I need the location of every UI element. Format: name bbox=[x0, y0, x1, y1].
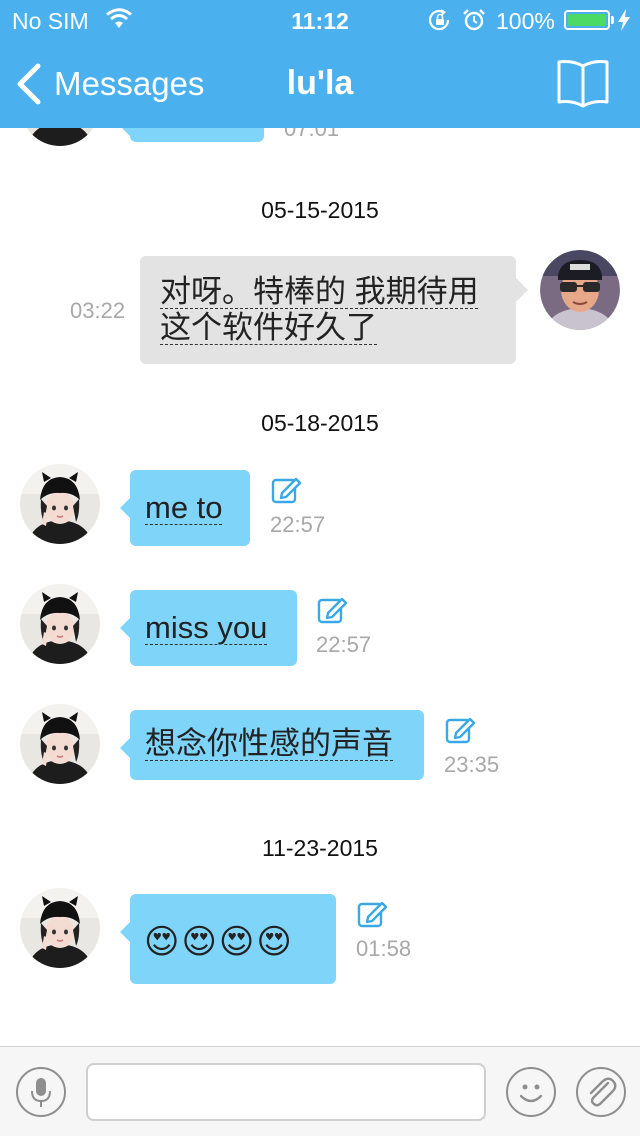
emoji-button[interactable] bbox=[506, 1067, 556, 1117]
message-time: 22:57 bbox=[316, 632, 372, 657]
message-input[interactable] bbox=[86, 1063, 486, 1121]
date-separator: 05-15-2015 bbox=[261, 197, 379, 223]
avatar[interactable] bbox=[20, 464, 100, 544]
message-text: 想念你性感的声音 bbox=[145, 726, 393, 761]
message-bubble[interactable] bbox=[120, 128, 264, 142]
message-text: 对呀。特棒的 我期待用这个软件好久了 bbox=[160, 274, 479, 345]
message-bubble[interactable]: miss you bbox=[120, 590, 297, 666]
message-text: miss you bbox=[145, 610, 268, 645]
date-separator: 11-23-2015 bbox=[262, 835, 378, 861]
avatar[interactable] bbox=[20, 128, 100, 146]
message-time: 07:01 bbox=[284, 128, 340, 141]
avatar[interactable] bbox=[540, 250, 620, 330]
message-text: me to bbox=[145, 490, 223, 525]
paperclip-icon bbox=[589, 1077, 617, 1107]
avatar[interactable] bbox=[20, 704, 100, 784]
voice-button[interactable] bbox=[16, 1067, 66, 1117]
message-bubble[interactable]: 想念你性感的声音 bbox=[120, 710, 424, 780]
battery-level-fill bbox=[568, 14, 606, 26]
message-time: 03:22 bbox=[70, 298, 126, 323]
avatar[interactable] bbox=[20, 584, 100, 664]
battery-percentage: 100% bbox=[496, 8, 555, 34]
status-bar: No SIM 11:12 100% bbox=[0, 0, 640, 40]
message-bubble[interactable]: 😍😍😍😍 bbox=[120, 894, 336, 984]
edit-icon[interactable] bbox=[356, 897, 388, 929]
avatar[interactable] bbox=[20, 888, 100, 968]
edit-icon[interactable] bbox=[316, 593, 348, 625]
edit-icon[interactable] bbox=[444, 713, 476, 745]
lock-rotation-icon bbox=[428, 9, 450, 31]
message-bubble[interactable]: 对呀。特棒的 我期待用这个软件好久了 bbox=[140, 256, 528, 364]
message-time: 23:35 bbox=[444, 752, 500, 777]
alarm-icon bbox=[463, 9, 485, 31]
navigation-header: No SIM 11:12 100% Messages lu'la bbox=[0, 0, 640, 128]
page-title: lu'la bbox=[286, 64, 354, 102]
microphone-icon bbox=[31, 1078, 51, 1107]
charging-bolt-icon bbox=[618, 9, 630, 31]
message-time: 22:57 bbox=[270, 512, 326, 537]
battery-icon bbox=[564, 10, 610, 30]
message-list[interactable]: 07:01 05-15-2015 03:22 对呀。特棒的 我期待用这个软件好久… bbox=[0, 128, 640, 1046]
book-icon[interactable] bbox=[556, 58, 610, 108]
date-separator: 05-18-2015 bbox=[261, 410, 379, 436]
message-time: 01:58 bbox=[356, 936, 412, 961]
smiley-icon bbox=[519, 1084, 543, 1103]
battery-tip bbox=[611, 16, 614, 24]
message-bubble[interactable]: me to bbox=[120, 470, 250, 546]
message-text: 😍😍😍😍 bbox=[144, 923, 294, 961]
input-toolbar bbox=[0, 1046, 640, 1136]
attach-button[interactable] bbox=[576, 1067, 626, 1117]
edit-icon[interactable] bbox=[270, 473, 302, 505]
